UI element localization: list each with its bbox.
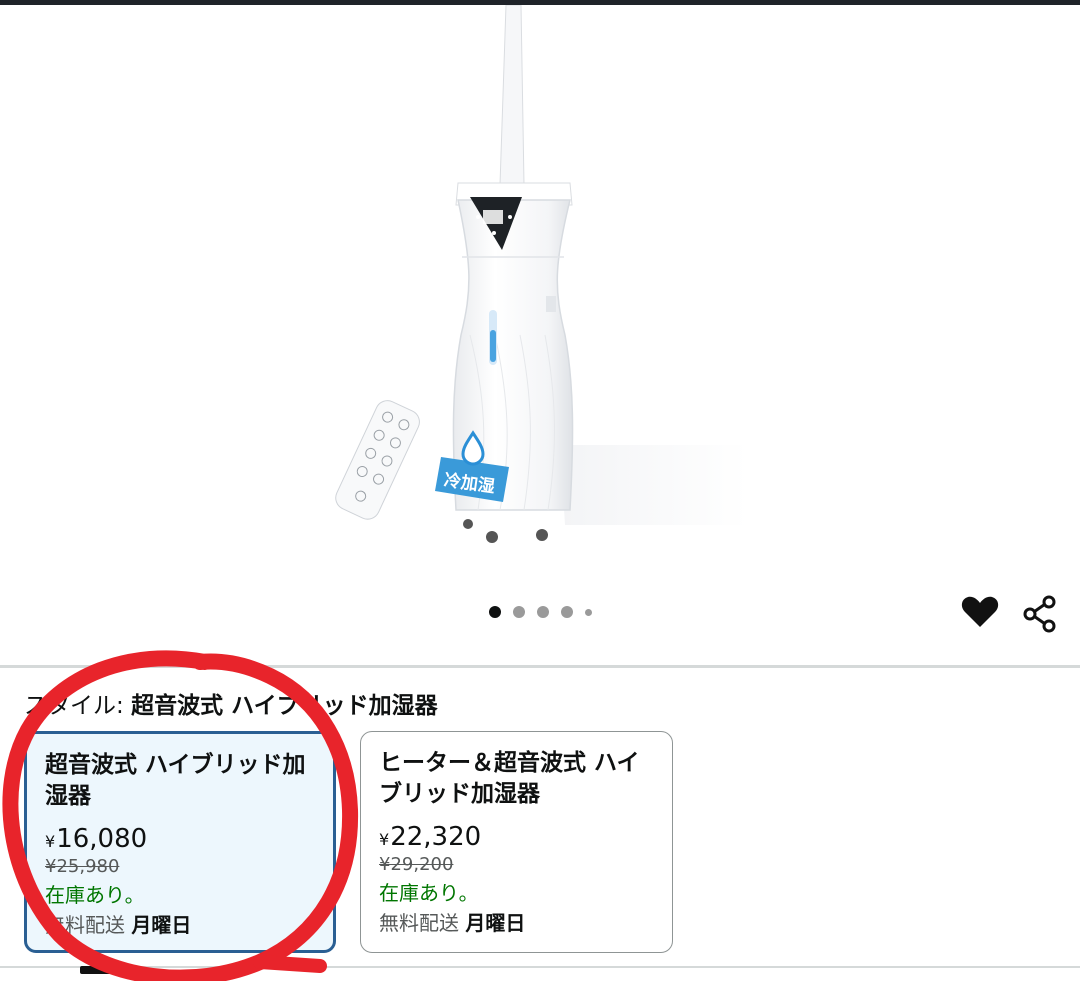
option-price: ¥22,320: [379, 822, 482, 852]
carousel-dot[interactable]: [512, 606, 525, 618]
carousel-dot[interactable]: [584, 608, 592, 616]
carousel-dot[interactable]: [488, 606, 501, 618]
carousel-dot[interactable]: [560, 606, 573, 618]
option-price: ¥16,080: [45, 824, 148, 854]
carousel-dot[interactable]: [536, 606, 549, 618]
style-selector-heading: スタイル: 超音波式 ハイブリッド加湿器: [24, 686, 438, 720]
option-shipping: 無料配送 月曜日: [45, 913, 192, 937]
option-list-price: ¥29,200: [379, 854, 454, 875]
product-image: 冷加湿: [335, 5, 748, 543]
section-divider: [0, 665, 1080, 668]
section-divider: [0, 966, 1080, 968]
bottom-tab-marker: [80, 966, 142, 974]
carousel-dots[interactable]: [0, 606, 1080, 618]
option-availability: 在庫あり。: [45, 883, 145, 907]
option-shipping: 無料配送 月曜日: [379, 911, 526, 935]
share-icon[interactable]: [1020, 594, 1060, 634]
option-availability: 在庫あり。: [379, 881, 479, 905]
style-option[interactable]: ヒーター＆超音波式 ハイブリッド加湿器 ¥22,320 ¥29,200 在庫あり…: [360, 731, 673, 953]
option-title: ヒーター＆超音波式 ハイブリッド加湿器: [379, 750, 640, 807]
option-title: 超音波式 ハイブリッド加湿器: [45, 752, 306, 809]
style-selected-value: 超音波式 ハイブリッド加湿器: [131, 693, 438, 719]
style-label: スタイル:: [24, 693, 124, 719]
style-option-selected[interactable]: 超音波式 ハイブリッド加湿器 ¥16,080 ¥25,980 在庫あり。 無料配…: [24, 731, 336, 953]
product-image-carousel[interactable]: 冷加湿: [0, 5, 1080, 580]
heart-icon[interactable]: [960, 594, 1000, 630]
option-list-price: ¥25,980: [45, 856, 120, 877]
